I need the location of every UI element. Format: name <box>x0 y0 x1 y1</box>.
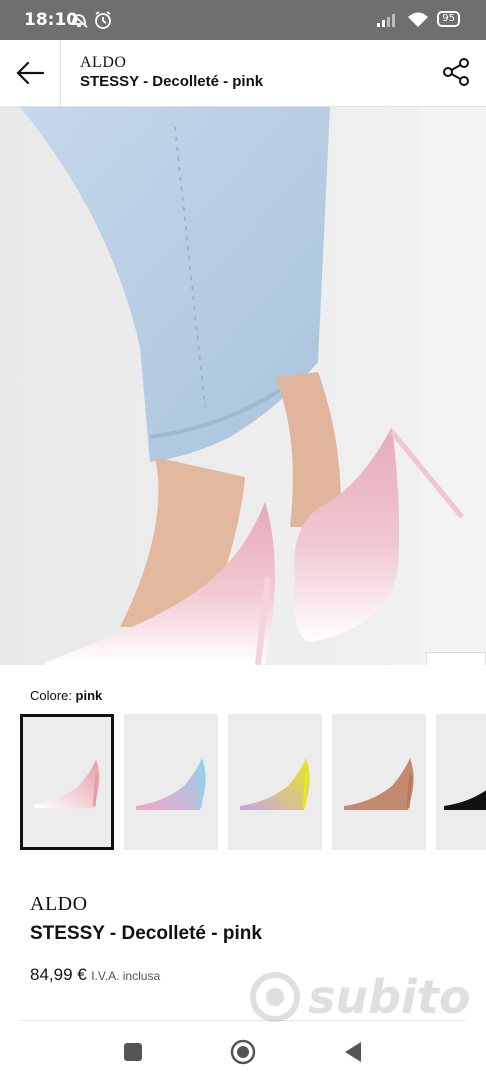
recents-button[interactable] <box>119 1038 147 1066</box>
product-title: STESSY - Decolleté - pink <box>30 923 262 944</box>
header-title: STESSY - Decolleté - pink <box>80 73 264 90</box>
color-variants <box>20 714 486 852</box>
color-label-text: Colore: <box>30 688 72 703</box>
watermark-text: subito <box>308 970 471 1024</box>
price-row: 84,99 € I.V.A. inclusa <box>30 965 160 985</box>
variant-pink-white[interactable] <box>20 714 114 850</box>
back-button[interactable] <box>0 40 61 106</box>
favorite-button[interactable] <box>426 652 486 665</box>
recents-icon <box>124 1043 142 1061</box>
system-nav-bar <box>0 1022 486 1080</box>
header-brand: ALDO <box>80 54 127 71</box>
app-header: ALDO STESSY - Decolleté - pink <box>0 40 486 107</box>
home-icon <box>230 1039 256 1065</box>
back-icon <box>345 1042 361 1062</box>
status-icons-right: 95 <box>377 10 460 28</box>
color-label: Colore: pink <box>30 688 102 703</box>
price: 84,99 € <box>30 965 87 984</box>
share-button[interactable] <box>438 54 474 90</box>
home-button[interactable] <box>229 1038 257 1066</box>
alarm-icon <box>95 11 111 29</box>
signal-icon <box>377 14 396 27</box>
product-brand: ALDO <box>30 893 88 915</box>
variant-pink-blue[interactable] <box>124 714 218 850</box>
back-nav-button[interactable] <box>339 1038 367 1066</box>
color-value: pink <box>75 688 103 703</box>
mute-icon <box>70 12 88 28</box>
subito-watermark: subito <box>250 970 470 1024</box>
product-hero-image[interactable] <box>0 107 486 665</box>
wifi-icon <box>408 12 429 27</box>
status-icons-left <box>70 10 114 35</box>
variant-black[interactable] <box>436 714 486 850</box>
share-icon <box>443 58 469 86</box>
battery-icon: 95 <box>437 11 460 27</box>
vat-note: I.V.A. inclusa <box>91 969 161 983</box>
variant-lilac-yellow[interactable] <box>228 714 322 850</box>
back-arrow-icon <box>16 61 45 85</box>
status-bar: 18:10 95 <box>0 0 486 40</box>
variant-nude[interactable] <box>332 714 426 850</box>
subito-logo-icon <box>250 972 300 1022</box>
